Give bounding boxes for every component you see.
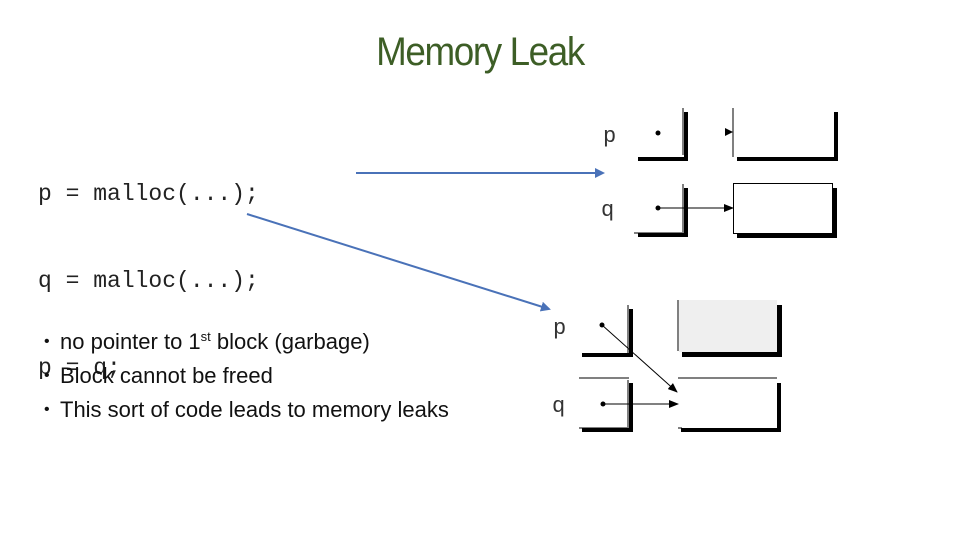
after-block-2 (678, 377, 781, 432)
before-block-2 (733, 183, 837, 238)
after-pointer-p-arrow (601, 324, 678, 393)
before-pointer-q-box (634, 184, 688, 237)
after-pointer-q-box (579, 377, 633, 432)
after-pointer-p-box (582, 305, 633, 357)
before-pointer-p-box (638, 108, 688, 161)
before-block-1 (725, 108, 838, 161)
annotation-arrow-2 (246, 213, 551, 312)
after-leaked-block (677, 300, 782, 357)
memory-diagrams (246, 108, 838, 432)
